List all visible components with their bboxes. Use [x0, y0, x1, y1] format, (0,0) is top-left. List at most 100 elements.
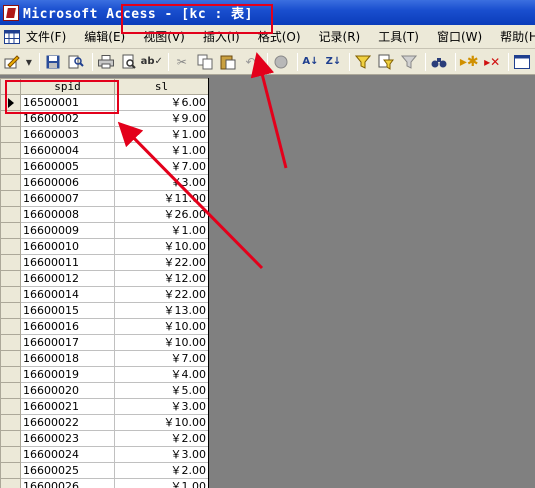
record-selector[interactable]	[0, 126, 21, 143]
record-selector[interactable]	[0, 446, 21, 463]
cell-sl[interactable]: ￥6.00	[114, 94, 208, 111]
table-row[interactable]: 16600020 ￥5.00	[0, 382, 208, 399]
record-selector[interactable]	[0, 206, 21, 223]
cell-spid[interactable]: 16600005	[20, 158, 115, 175]
cell-sl[interactable]: ￥10.00	[114, 318, 208, 335]
record-selector[interactable]	[0, 174, 21, 191]
cell-sl[interactable]: ￥10.00	[114, 334, 208, 351]
record-selector[interactable]	[0, 430, 21, 447]
cell-spid[interactable]: 16600011	[20, 254, 115, 271]
table-row[interactable]: 16600025 ￥2.00	[0, 462, 208, 479]
cell-spid[interactable]: 16600014	[20, 286, 115, 303]
cell-sl[interactable]: ￥26.00	[114, 206, 208, 223]
spelling-icon[interactable]: ab✓	[141, 52, 163, 72]
cell-spid[interactable]: 16600016	[20, 318, 115, 335]
table-row[interactable]: 16600008 ￥26.00	[0, 206, 208, 223]
record-selector[interactable]	[0, 462, 21, 479]
record-selector[interactable]	[0, 142, 21, 159]
cell-spid[interactable]: 16600015	[20, 302, 115, 319]
table-row[interactable]: 16600022 ￥10.00	[0, 414, 208, 431]
cell-spid[interactable]: 16600012	[20, 270, 115, 287]
find-icon[interactable]	[66, 52, 86, 72]
record-selector[interactable]	[0, 398, 21, 415]
column-header-sl[interactable]: sl	[114, 78, 208, 95]
sort-descending-icon[interactable]: Z↓	[323, 52, 343, 72]
table-row[interactable]: 16600021 ￥3.00	[0, 398, 208, 415]
copy-icon[interactable]	[195, 52, 215, 72]
cell-spid[interactable]: 16600007	[20, 190, 115, 207]
table-row[interactable]: 16600024 ￥3.00	[0, 446, 208, 463]
database-window-icon[interactable]	[512, 52, 532, 72]
menu-edit[interactable]: 编辑(E)	[84, 28, 125, 45]
print-icon[interactable]	[96, 52, 116, 72]
record-selector[interactable]	[0, 350, 21, 367]
apply-filter-icon[interactable]	[399, 52, 419, 72]
cell-sl[interactable]: ￥10.00	[114, 238, 208, 255]
cell-sl[interactable]: ￥13.00	[114, 302, 208, 319]
cell-sl[interactable]: ￥11.00	[114, 190, 208, 207]
table-row[interactable]: 16600004 ￥1.00	[0, 142, 208, 159]
table-row[interactable]: 16600026 ￥1.00	[0, 478, 208, 488]
cell-spid[interactable]: 16600009	[20, 222, 115, 239]
table-row[interactable]: 16600009 ￥1.00	[0, 222, 208, 239]
cut-icon[interactable]: ✂	[172, 52, 192, 72]
record-selector[interactable]	[0, 286, 21, 303]
cell-sl[interactable]: ￥1.00	[114, 126, 208, 143]
filter-by-form-icon[interactable]	[376, 52, 396, 72]
undo-icon[interactable]: ↶	[241, 52, 261, 72]
cell-spid[interactable]: 16600026	[20, 478, 115, 488]
record-selector[interactable]	[0, 158, 21, 175]
delete-record-icon[interactable]: ▸✕	[482, 52, 502, 72]
cell-sl[interactable]: ￥7.00	[114, 158, 208, 175]
table-row[interactable]: 16600019 ￥4.00	[0, 366, 208, 383]
record-selector[interactable]	[0, 190, 21, 207]
table-row[interactable]: 16600007 ￥11.00	[0, 190, 208, 207]
cell-sl[interactable]: ￥2.00	[114, 462, 208, 479]
cell-sl[interactable]: ￥4.00	[114, 366, 208, 383]
save-icon[interactable]	[43, 52, 63, 72]
cell-spid[interactable]: 16600008	[20, 206, 115, 223]
record-selector[interactable]	[0, 414, 21, 431]
cell-spid[interactable]: 16600006	[20, 174, 115, 191]
menu-tools[interactable]: 工具(T)	[378, 28, 419, 45]
new-record-icon[interactable]: ▸✱	[459, 52, 479, 72]
cell-spid[interactable]: 16600003	[20, 126, 115, 143]
cell-spid[interactable]: 16600022	[20, 414, 115, 431]
table-row[interactable]: 16600016 ￥10.00	[0, 318, 208, 335]
hyperlink-icon[interactable]	[271, 52, 291, 72]
cell-sl[interactable]: ￥3.00	[114, 398, 208, 415]
menu-help[interactable]: 帮助(H)	[500, 28, 535, 45]
cell-sl[interactable]: ￥3.00	[114, 174, 208, 191]
print-preview-icon[interactable]	[119, 52, 139, 72]
record-selector[interactable]	[0, 318, 21, 335]
cell-sl[interactable]: ￥9.00	[114, 110, 208, 127]
table-row[interactable]: 16600012 ￥12.00	[0, 270, 208, 287]
cell-spid[interactable]: 16600023	[20, 430, 115, 447]
cell-spid[interactable]: 16600021	[20, 398, 115, 415]
cell-spid[interactable]: 16600025	[20, 462, 115, 479]
binoculars-icon[interactable]	[429, 52, 449, 72]
menu-window[interactable]: 窗口(W)	[437, 28, 482, 45]
menu-file[interactable]: 文件(F)	[26, 28, 66, 45]
record-selector[interactable]	[0, 302, 21, 319]
table-row[interactable]: 16600006 ￥3.00	[0, 174, 208, 191]
cell-spid[interactable]: 16600018	[20, 350, 115, 367]
table-row[interactable]: 16600005 ￥7.00	[0, 158, 208, 175]
table-row[interactable]: 16600010 ￥10.00	[0, 238, 208, 255]
record-selector[interactable]	[0, 270, 21, 287]
record-selector[interactable]	[0, 254, 21, 271]
cell-spid[interactable]: 16600010	[20, 238, 115, 255]
cell-sl[interactable]: ￥22.00	[114, 286, 208, 303]
sort-ascending-icon[interactable]: A↓	[301, 52, 321, 72]
cell-sl[interactable]: ￥10.00	[114, 414, 208, 431]
cell-sl[interactable]: ￥1.00	[114, 142, 208, 159]
table-row[interactable]: 16600015 ￥13.00	[0, 302, 208, 319]
cell-sl[interactable]: ￥1.00	[114, 478, 208, 488]
table-row[interactable]: 16600014 ￥22.00	[0, 286, 208, 303]
cell-spid[interactable]: 16600019	[20, 366, 115, 383]
record-selector[interactable]	[0, 366, 21, 383]
table-row[interactable]: 16600011 ￥22.00	[0, 254, 208, 271]
menu-records[interactable]: 记录(R)	[319, 28, 361, 45]
cell-spid[interactable]: 16600020	[20, 382, 115, 399]
paste-icon[interactable]	[218, 52, 238, 72]
